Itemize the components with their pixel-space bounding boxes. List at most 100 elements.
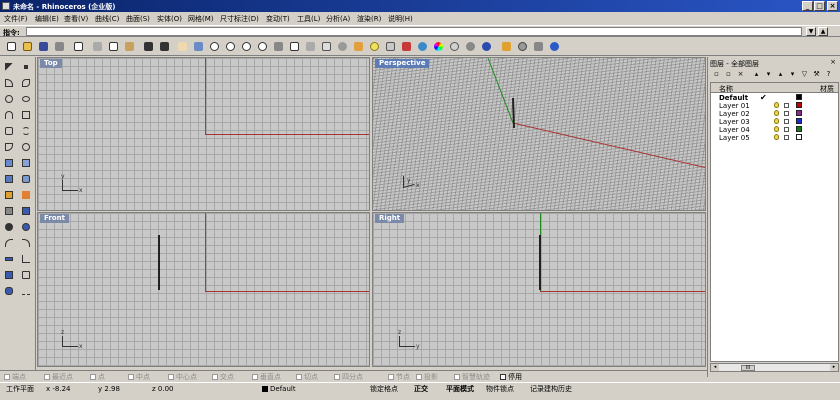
render-sphere-icon[interactable] (480, 40, 493, 53)
ellipse-icon[interactable] (19, 92, 33, 106)
checkbox[interactable] (416, 374, 422, 380)
osnap-quadrant[interactable]: 四分点 (334, 372, 363, 382)
menu-dimension[interactable]: 尺寸标注(D) (220, 14, 259, 24)
status-grid-snap[interactable]: 锁定格点 (370, 384, 398, 394)
options-icon[interactable] (532, 40, 545, 53)
select-arrow-icon[interactable] (2, 60, 16, 74)
lightbulb-icon[interactable] (774, 126, 779, 132)
offset-curve-icon[interactable] (19, 140, 33, 154)
polyline-icon[interactable] (2, 76, 16, 90)
lightbulb-icon[interactable] (368, 40, 381, 53)
rectangle-icon[interactable] (19, 108, 33, 122)
print-icon[interactable] (53, 40, 66, 53)
sphere-solid-icon[interactable] (2, 220, 16, 234)
layer-color-swatch[interactable] (796, 126, 802, 132)
lightbulb-icon[interactable] (774, 118, 779, 124)
maximize-button[interactable]: □ (814, 1, 825, 11)
menu-solid[interactable]: 实体(O) (157, 14, 182, 24)
status-record-history[interactable]: 记录建构历史 (530, 384, 572, 394)
grid-toggle-icon[interactable] (304, 40, 317, 53)
menu-surface[interactable]: 曲面(S) (126, 14, 150, 24)
lock-icon[interactable] (384, 40, 397, 53)
save-icon[interactable] (37, 40, 50, 53)
zoom-dynamic-icon[interactable] (224, 40, 237, 53)
pan-hand-icon[interactable] (176, 40, 189, 53)
menu-curve[interactable]: 曲线(C) (95, 14, 119, 24)
lightbulb-icon[interactable] (774, 134, 779, 140)
rotate-view-icon[interactable] (192, 40, 205, 53)
filter-icon[interactable]: ▽ (800, 70, 809, 79)
checkbox[interactable] (128, 374, 134, 380)
menu-edit[interactable]: 编辑(E) (35, 14, 59, 24)
select-icon[interactable] (320, 40, 333, 53)
new-sublayer-icon[interactable]: ▫ (724, 70, 733, 79)
polygon-icon[interactable] (2, 124, 16, 138)
osnap-center[interactable]: 中心点 (168, 372, 197, 382)
column-material[interactable]: 材质 (820, 84, 834, 94)
checkbox[interactable] (252, 374, 258, 380)
status-cplane[interactable]: 工作平面 (6, 384, 34, 394)
checkbox[interactable] (500, 374, 506, 380)
viewport-top-label[interactable]: Top (40, 59, 62, 68)
copy-icon[interactable] (107, 40, 120, 53)
move-icon[interactable] (19, 252, 33, 266)
close-button[interactable]: × (827, 1, 838, 11)
column-name[interactable]: 名称 (719, 84, 733, 94)
layer-color-swatch[interactable] (796, 118, 802, 124)
object-line[interactable] (539, 235, 541, 290)
zoom-extents-icon[interactable] (240, 40, 253, 53)
viewport-front-label[interactable]: Front (40, 214, 69, 223)
checkbox[interactable] (90, 374, 96, 380)
osnap-knot[interactable]: 节点 (388, 372, 410, 382)
status-object-snap[interactable]: 物件锁点 (486, 384, 514, 394)
osnap-smarttrack[interactable]: 智慧轨迹 (454, 372, 490, 382)
layer-row[interactable]: Layer 01 (711, 102, 838, 110)
osnap-project[interactable]: 投影 (416, 372, 438, 382)
checkbox[interactable] (296, 374, 302, 380)
move-down-icon[interactable]: ▾ (764, 70, 773, 79)
layer-row[interactable]: Layer 05 (711, 134, 838, 142)
fillet-curve-icon[interactable] (2, 140, 16, 154)
boolean-union-icon[interactable] (2, 188, 16, 202)
checkbox[interactable] (44, 374, 50, 380)
four-viewports-icon[interactable] (288, 40, 301, 53)
command-history-expand[interactable]: ▲ (818, 27, 828, 36)
checkbox[interactable] (168, 374, 174, 380)
checkbox[interactable] (212, 374, 218, 380)
mesh-icon[interactable] (2, 204, 16, 218)
viewport-front[interactable]: Front z x (37, 212, 370, 367)
curve-icon[interactable] (19, 76, 33, 90)
cut-icon[interactable] (91, 40, 104, 53)
select-filter-icon[interactable] (336, 40, 349, 53)
paste-icon[interactable] (123, 40, 136, 53)
menu-file[interactable]: 文件(F) (4, 14, 28, 24)
surface-edge-icon[interactable] (19, 156, 33, 170)
box-solid-icon[interactable] (2, 172, 16, 186)
help-icon[interactable] (548, 40, 561, 53)
layer-row-default[interactable]: Default ✔ (711, 93, 838, 102)
menu-analyze[interactable]: 分析(A) (326, 14, 350, 24)
move-bottom-icon[interactable]: ▾ (788, 70, 797, 79)
dimension-icon[interactable] (2, 252, 16, 266)
command-input[interactable] (26, 27, 802, 36)
scale-icon[interactable] (19, 268, 33, 282)
layer-icon[interactable] (400, 40, 413, 53)
scroll-left-icon[interactable]: ◂ (711, 364, 719, 371)
arc-icon[interactable] (2, 108, 16, 122)
minimize-button[interactable]: _ (802, 1, 813, 11)
status-ortho[interactable]: 正交 (414, 384, 428, 394)
layer-row[interactable]: Layer 04 (711, 126, 838, 134)
wireframe-sphere-icon[interactable] (464, 40, 477, 53)
status-planar[interactable]: 平面模式 (446, 384, 474, 394)
osnap-intersection[interactable]: 交点 (212, 372, 234, 382)
rotate-icon[interactable] (2, 268, 16, 282)
cylinder-solid-icon[interactable] (2, 284, 16, 298)
osnap-point[interactable]: 点 (90, 372, 105, 382)
lock-icon[interactable] (784, 119, 789, 124)
new-file-icon[interactable] (5, 40, 18, 53)
lightbulb-icon[interactable] (774, 110, 779, 116)
circle-icon[interactable] (2, 92, 16, 106)
import-icon[interactable] (72, 40, 85, 53)
render-preview-icon[interactable] (500, 40, 513, 53)
layer-row[interactable]: Layer 03 (711, 118, 838, 126)
